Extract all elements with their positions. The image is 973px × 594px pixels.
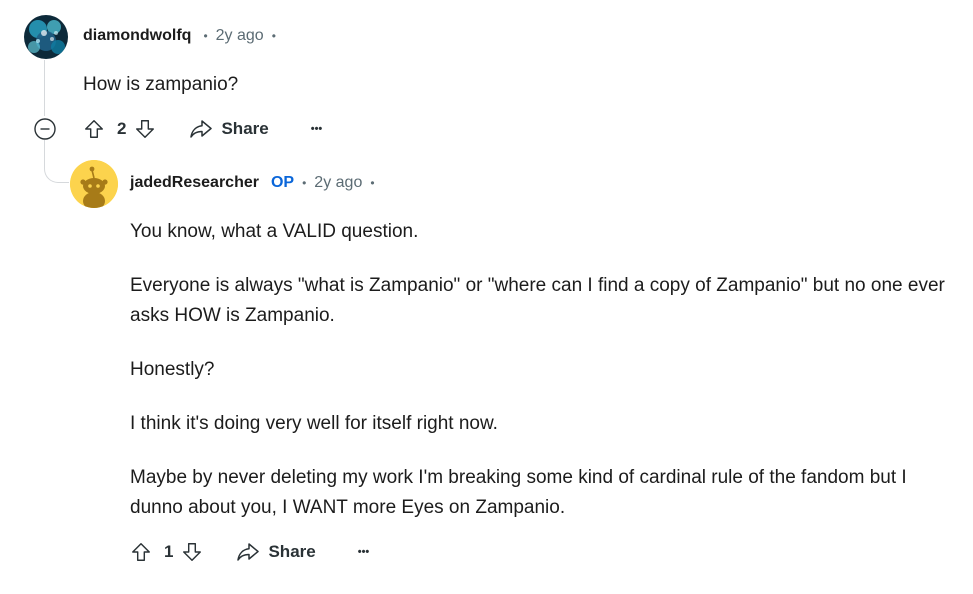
comment2-paragraph: Everyone is always "what is Zampanio" or… bbox=[130, 275, 945, 326]
comment2-downvote-button[interactable] bbox=[180, 540, 204, 564]
comment1-downvote-button[interactable] bbox=[133, 117, 157, 141]
comment1-username[interactable]: diamondwolfq bbox=[83, 27, 191, 45]
op-badge: OP bbox=[270, 174, 295, 191]
comment2-meta-separator: • bbox=[302, 176, 307, 190]
comment1-share-label: Share bbox=[221, 119, 269, 138]
avatar-diamondwolfq[interactable] bbox=[24, 15, 68, 59]
snoo-avatar-icon bbox=[70, 160, 118, 208]
arrow-up-icon bbox=[85, 120, 103, 138]
share-arrow-icon bbox=[237, 543, 260, 561]
share-arrow-icon bbox=[190, 120, 213, 138]
comment2-paragraph: I think it's doing very well for itself … bbox=[130, 413, 498, 434]
comment1-meta-separator: • bbox=[203, 29, 208, 43]
comment1-more-button[interactable]: ••• bbox=[311, 123, 323, 135]
comment2-actions: 1 Share ••• bbox=[129, 539, 369, 565]
comment2-more-button[interactable]: ••• bbox=[358, 546, 370, 558]
comment1-actions: 2 Share ••• bbox=[82, 116, 322, 142]
comment2-vote-count: 1 bbox=[164, 542, 174, 561]
comment1-share-button[interactable]: Share bbox=[189, 119, 269, 139]
collapse-thread-button[interactable] bbox=[34, 118, 56, 140]
arrow-up-icon bbox=[132, 543, 150, 561]
comment2-header: jadedResearcher OP • 2y ago • bbox=[130, 174, 375, 192]
comment1-body: How is zampanio? bbox=[83, 74, 239, 95]
thread-line-curve bbox=[44, 140, 69, 183]
thread-line-vertical bbox=[44, 60, 45, 116]
comment2-username[interactable]: jadedResearcher bbox=[130, 174, 259, 192]
comment2-trailing-dot: • bbox=[370, 176, 375, 190]
comment1-trailing-dot: • bbox=[271, 29, 276, 43]
comment2-paragraph: You know, what a VALID question. bbox=[130, 221, 419, 242]
comment2-upvote-button[interactable] bbox=[129, 540, 153, 564]
comment1-timestamp[interactable]: 2y ago bbox=[216, 27, 264, 45]
comment1-vote-count: 2 bbox=[117, 119, 127, 138]
comment2-paragraph: Honestly? bbox=[130, 359, 215, 380]
comment1-upvote-button[interactable] bbox=[82, 117, 106, 141]
comment2-paragraph: Maybe by never deleting my work I'm brea… bbox=[130, 467, 907, 518]
comment2-share-label: Share bbox=[268, 542, 316, 561]
avatar-jadedresearcher[interactable] bbox=[70, 160, 118, 208]
arrow-down-icon bbox=[183, 543, 202, 561]
comment2-body: You know, what a VALID question. Everyon… bbox=[130, 217, 960, 523]
comment2-share-button[interactable]: Share bbox=[236, 542, 316, 562]
minus-circle-icon bbox=[34, 118, 56, 140]
comment1-header: diamondwolfq • 2y ago • bbox=[83, 27, 276, 45]
arrow-down-icon bbox=[136, 120, 155, 138]
comment2-timestamp[interactable]: 2y ago bbox=[314, 174, 362, 192]
